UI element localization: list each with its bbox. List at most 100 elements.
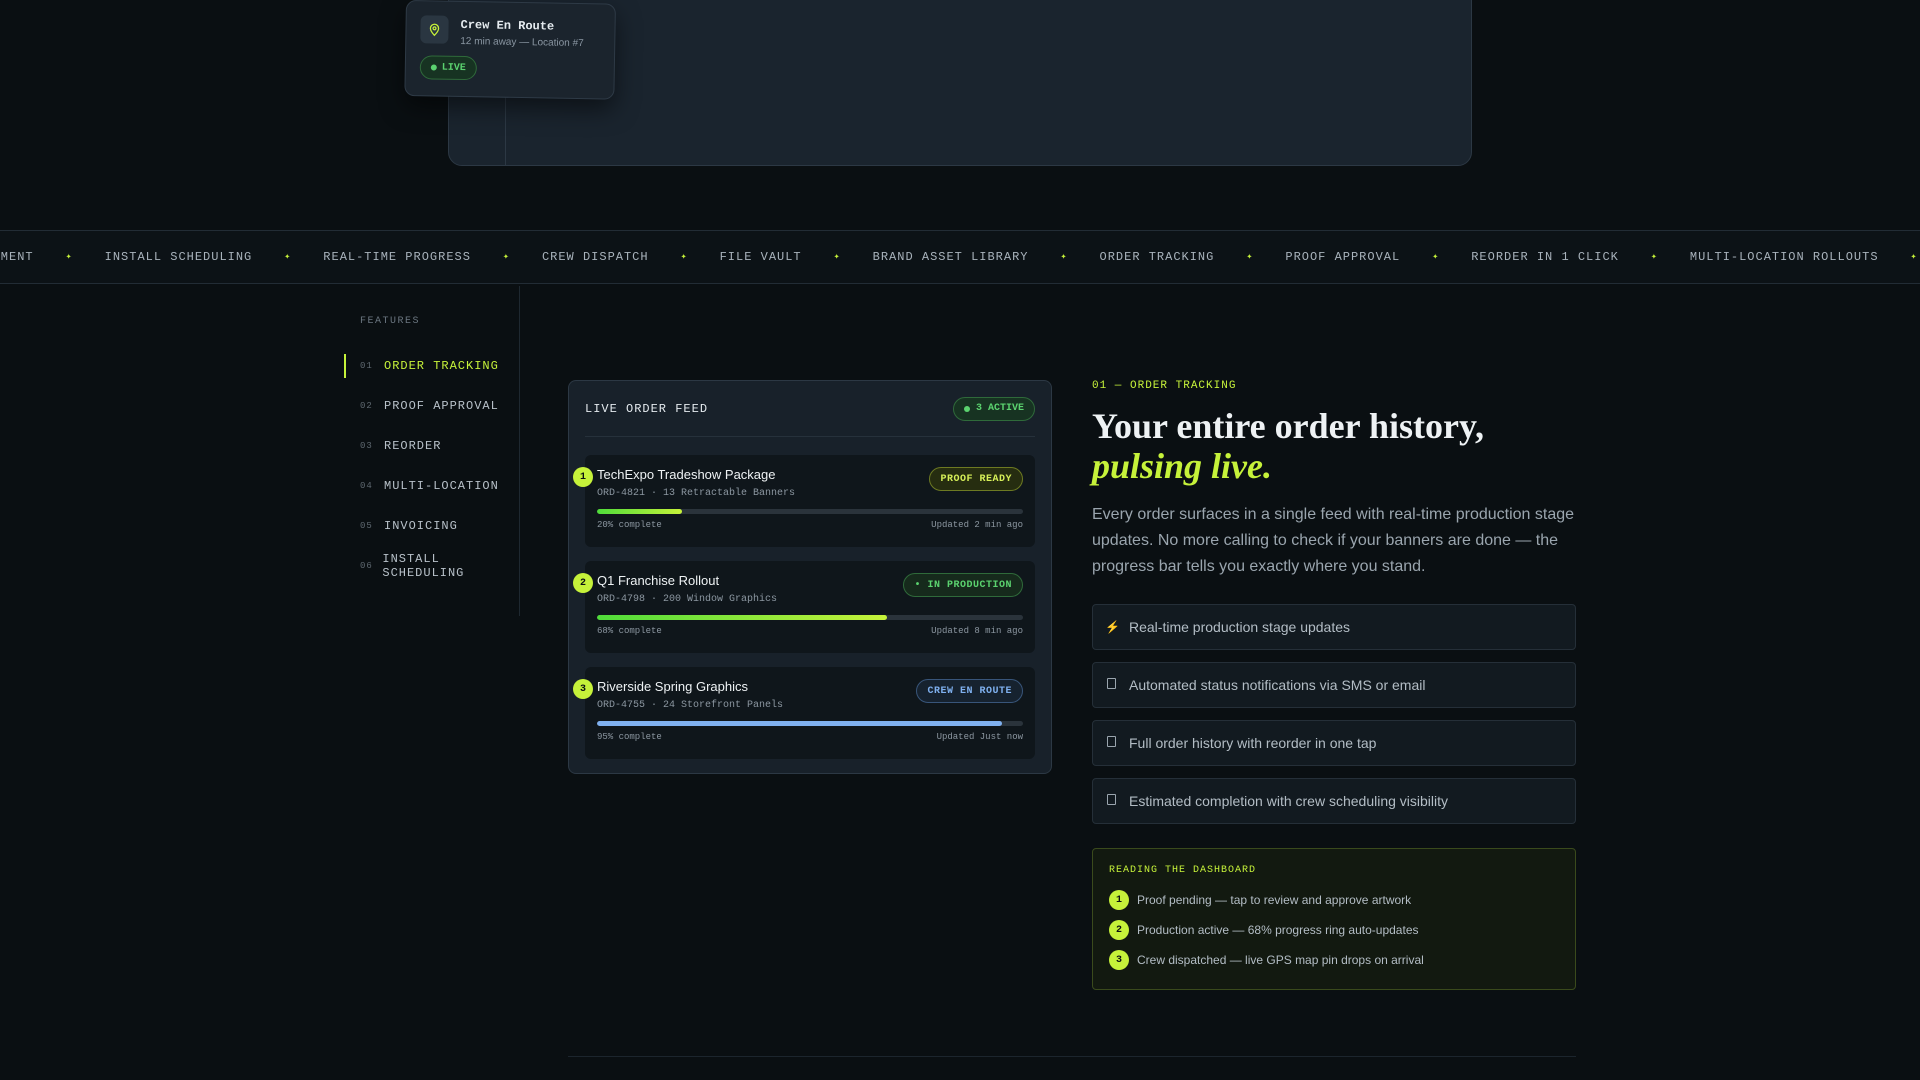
sidebar-item-number: 05 (360, 521, 373, 531)
order-progress-label: 20% complete (597, 520, 662, 530)
reading-text: Proof pending — tap to review and approv… (1137, 893, 1412, 907)
benefit-item: Automated status notifications via SMS o… (1092, 662, 1576, 708)
order-card[interactable]: 1 TechExpo Tradeshow Package ORD-4821 · 13… (573, 455, 1035, 547)
reading-text: Crew dispatched — live GPS map pin drops… (1137, 953, 1424, 967)
benefit-item: Full order history with reorder in one t… (1092, 720, 1576, 766)
sidebar-item-multi-location[interactable]: 04 MULTI-LOCATION (344, 466, 520, 506)
marquee-item: PROOF APPROVAL (1285, 250, 1401, 264)
sidebar-item-label: REORDER (384, 439, 442, 453)
sparkle-icon: ✦ (1246, 252, 1254, 263)
live-badge: LIVE (419, 55, 478, 81)
features-label: FEATURES (360, 316, 421, 327)
active-count-badge: 3 ACTIVE (952, 396, 1035, 421)
reading-step-marker: 2 (1109, 920, 1129, 940)
order-progress-fill (597, 721, 1002, 726)
active-count-label: 3 ACTIVE (975, 403, 1024, 414)
sparkle-icon: ✦ (1910, 252, 1918, 263)
marquee-item: FILE VAULT (719, 250, 802, 264)
feed-title: LIVE ORDER FEED (585, 401, 709, 416)
feed-header: LIVE ORDER FEED 3 ACTIVE (585, 381, 1035, 437)
order-progress-bar (597, 721, 1023, 726)
sidebar-item-invoicing[interactable]: 05 INVOICING (344, 506, 520, 546)
headline-accent: pulsing live. (1092, 446, 1273, 486)
marquee-item: CREW DISPATCH (541, 250, 649, 264)
sparkle-icon: ✦ (1432, 252, 1440, 263)
reading-dashboard-panel: READING THE DASHBOARD 1 Proof pending — t… (1092, 848, 1576, 990)
reading-row: 1 Proof pending — tap to review and appro… (1109, 890, 1559, 910)
sidebar-item-proof-approval[interactable]: 02 PROOF APPROVAL (344, 386, 520, 426)
reading-row: 3 Crew dispatched — live GPS map pin drop… (1109, 950, 1559, 970)
sparkle-icon: ✦ (1060, 252, 1068, 263)
features-nav: 01 ORDER TRACKING 02 PROOF APPROVAL 03 REORDE… (344, 346, 520, 586)
benefit-list: ⚡ Real-time production stage updates Autom… (1092, 604, 1576, 824)
benefit-text: Full order history with reorder in one t… (1129, 735, 1377, 751)
sparkle-icon: ✦ (65, 252, 73, 263)
order-footer: 20% complete Updated 2 min ago (597, 520, 1023, 530)
map-pin-icon (420, 15, 449, 44)
crew-card-subtitle: 12 min away — Location #7 (460, 35, 584, 50)
order-card[interactable]: 3 Riverside Spring Graphics ORD-4755 · 24 … (573, 667, 1035, 759)
lightning-icon: ⚡ (1105, 620, 1120, 634)
reading-text: Production active — 68% progress ring au… (1137, 923, 1419, 937)
section-bottom-divider (568, 1056, 1576, 1057)
order-step-marker: 2 (573, 573, 593, 593)
order-progress-fill (597, 509, 683, 514)
sidebar-item-number: 03 (360, 441, 373, 451)
order-card[interactable]: 2 Q1 Franchise Rollout ORD-4798 · 200 Wind… (573, 561, 1035, 653)
benefit-text: Estimated completion with crew schedulin… (1129, 793, 1449, 809)
sidebar-item-label: INSTALL SCHEDULING (382, 552, 465, 580)
marquee-item: REORDER IN 1 CLICK (1471, 250, 1619, 264)
reading-step-marker: 3 (1109, 950, 1129, 970)
history-icon (1105, 736, 1117, 750)
reading-list: 1 Proof pending — tap to review and appro… (1109, 890, 1559, 970)
sidebar-item-order-tracking[interactable]: 01 ORDER TRACKING (344, 346, 520, 386)
sparkle-icon: ✦ (284, 252, 292, 263)
sidebar-item-number: 04 (360, 481, 373, 491)
order-progress-fill (597, 615, 887, 620)
sidebar-item-number: 01 (360, 361, 373, 371)
benefit-item: Estimated completion with crew schedulin… (1092, 778, 1576, 824)
sparkle-icon: ✦ (833, 252, 841, 263)
order-progress-label: 95% complete (597, 732, 662, 742)
order-status-badge: PROOF READY (929, 467, 1023, 491)
headline-plain: Your entire order history, (1092, 406, 1484, 446)
feature-detail: 01 — ORDER TRACKING Your entire order hi… (1092, 380, 1576, 990)
marquee-item: BRAND ASSET LIBRARY (872, 250, 1029, 264)
sidebar-item-number: 02 (360, 401, 373, 411)
order-list: 1 TechExpo Tradeshow Package ORD-4821 · 13… (573, 455, 1035, 759)
calendar-icon (1105, 794, 1117, 808)
order-progress-label: 68% complete (597, 626, 662, 636)
section-headline: Your entire order history, pulsing live. (1092, 406, 1576, 486)
reading-step-marker: 1 (1109, 890, 1129, 910)
active-dot-icon (963, 405, 970, 412)
sparkle-icon: ✦ (1650, 252, 1658, 263)
order-progress-bar (597, 509, 1023, 514)
section-eyebrow: 01 — ORDER TRACKING (1092, 380, 1237, 392)
order-updated: Updated 2 min ago (931, 520, 1023, 530)
order-step-marker: 3 (573, 679, 593, 699)
sparkle-icon: ✦ (680, 252, 688, 263)
order-updated: Updated 8 min ago (931, 626, 1023, 636)
live-order-feed: LIVE ORDER FEED 3 ACTIVE 1 TechExpo Trade… (568, 380, 1052, 774)
sidebar-item-reorder[interactable]: 03 REORDER (344, 426, 520, 466)
reading-row: 2 Production active — 68% progress ring a… (1109, 920, 1559, 940)
order-progress-bar (597, 615, 1023, 620)
order-step-marker: 1 (573, 467, 593, 487)
order-updated: Updated Just now (936, 732, 1023, 742)
marquee-item: ORDER TRACKING (1099, 250, 1215, 264)
live-badge-label: LIVE (441, 62, 466, 74)
live-dot-icon (430, 64, 437, 71)
marquee-track: NAGEMENT ✦ INSTALL SCHEDULING ✦ REAL-TIME PR… (0, 231, 1918, 283)
marquee-item: REAL-TIME PROGRESS (323, 250, 471, 264)
benefit-text: Automated status notifications via SMS o… (1129, 677, 1426, 693)
crew-card-title: Crew En Route (460, 17, 555, 34)
marquee-item: INSTALL SCHEDULING (104, 250, 253, 264)
sidebar-item-label: PROOF APPROVAL (384, 399, 499, 413)
feature-marquee: NAGEMENT ✦ INSTALL SCHEDULING ✦ REAL-TIME PR… (0, 230, 1920, 284)
order-footer: 95% complete Updated Just now (597, 732, 1023, 742)
order-status-badge: • IN PRODUCTION (903, 573, 1023, 597)
sidebar-item-label: MULTI-LOCATION (384, 479, 499, 493)
sidebar-item-install-scheduling[interactable]: 06 INSTALL SCHEDULING (344, 546, 520, 586)
sparkle-icon: ✦ (502, 252, 510, 263)
section-lede: Every order surfaces in a single feed wi… (1092, 506, 1575, 575)
